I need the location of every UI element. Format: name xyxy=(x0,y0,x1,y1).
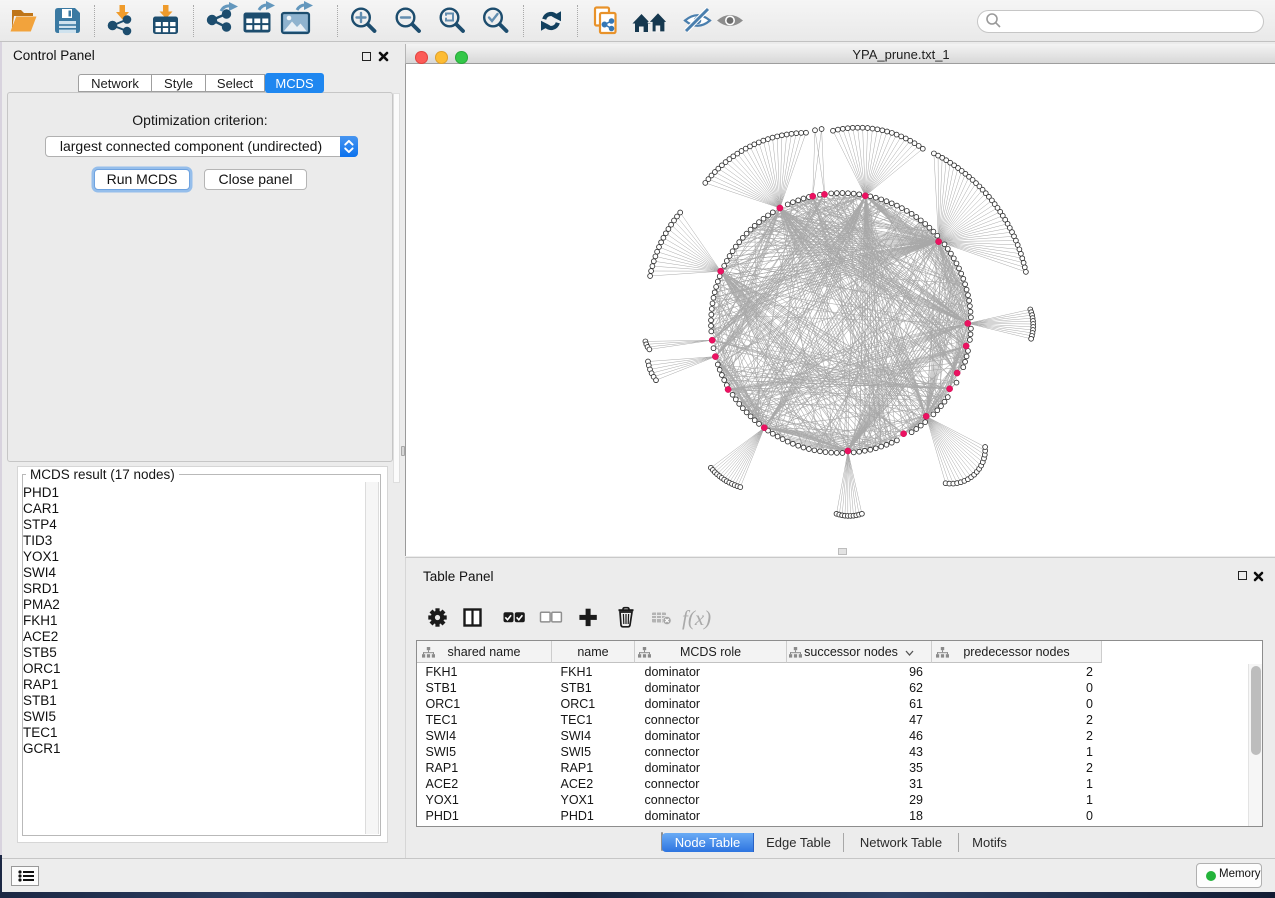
svg-text:f(x): f(x) xyxy=(682,606,711,630)
